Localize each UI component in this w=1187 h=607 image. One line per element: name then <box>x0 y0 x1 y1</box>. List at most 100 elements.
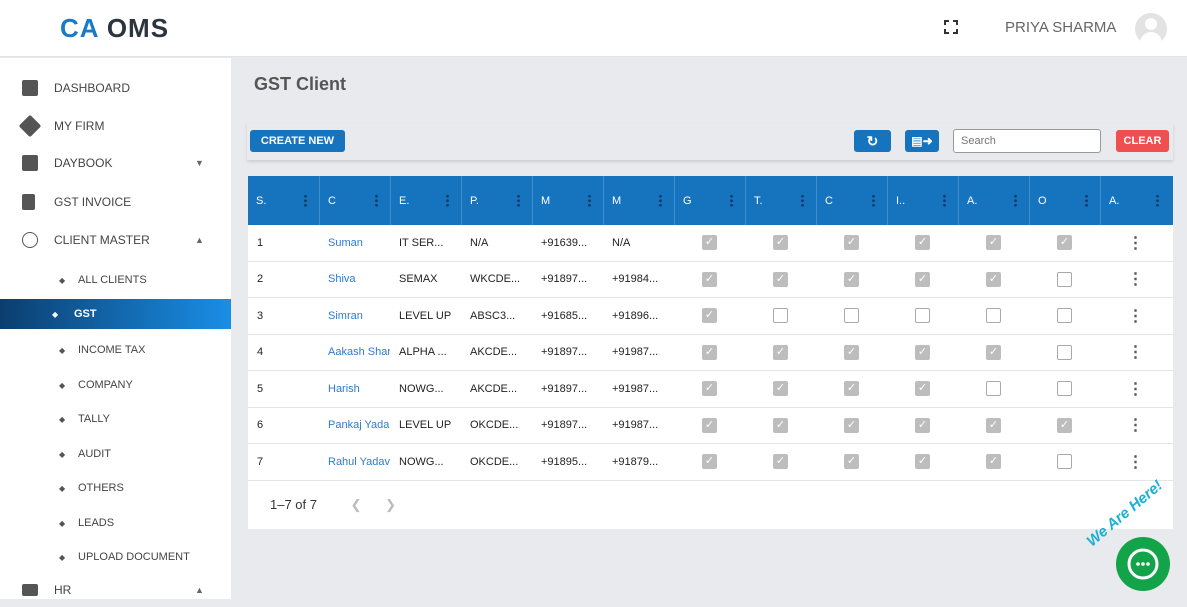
sidebar-sub-tally[interactable]: ◆ TALLY <box>0 402 231 436</box>
checkbox[interactable] <box>1057 454 1072 470</box>
checkbox[interactable] <box>1057 344 1072 360</box>
client-name-link[interactable]: Rahul Yadav <box>319 456 390 468</box>
sidebar-item-gst-invoice[interactable]: GST INVOICE <box>0 185 231 219</box>
client-name-link[interactable]: Shiva <box>319 273 390 285</box>
column-menu-icon[interactable] <box>1085 194 1088 207</box>
checkbox[interactable]: ✓ <box>986 417 1001 433</box>
client-name-link[interactable]: Simran <box>319 310 390 322</box>
column-header[interactable]: O <box>1029 176 1100 225</box>
checkbox[interactable] <box>1057 381 1072 397</box>
avatar[interactable] <box>1135 13 1167 45</box>
column-menu-icon[interactable] <box>943 194 946 207</box>
sidebar-sub-audit[interactable]: ◆ AUDIT <box>0 437 231 471</box>
user-name[interactable]: PRIYA SHARMA <box>1005 19 1116 36</box>
table-row[interactable]: 1 Suman IT SER... N/A +91639... N/A ✓ ✓ ✓ ✓ ✓ ✓ ⋮ <box>248 225 1173 262</box>
checkbox[interactable]: ✓ <box>702 381 717 397</box>
more-actions-icon[interactable]: ⋮ <box>1128 415 1144 435</box>
column-header[interactable]: P. <box>461 176 532 225</box>
fullscreen-icon[interactable] <box>944 20 958 34</box>
sidebar-sub-company[interactable]: ◆ COMPANY <box>0 368 231 402</box>
checkbox[interactable]: ✓ <box>915 454 930 470</box>
checkbox[interactable] <box>986 308 1001 324</box>
checkbox[interactable]: ✓ <box>702 271 717 287</box>
checkbox[interactable]: ✓ <box>915 271 930 287</box>
sidebar-sub-gst[interactable]: ◆ GST <box>0 299 231 329</box>
checkbox[interactable]: ✓ <box>915 344 930 360</box>
checkbox[interactable]: ✓ <box>844 235 859 251</box>
checkbox[interactable]: ✓ <box>915 235 930 251</box>
checkbox[interactable]: ✓ <box>773 344 788 360</box>
checkbox[interactable] <box>1057 271 1072 287</box>
column-header[interactable]: I.. <box>887 176 958 225</box>
checkbox[interactable]: ✓ <box>702 308 717 324</box>
checkbox[interactable]: ✓ <box>844 381 859 397</box>
checkbox[interactable]: ✓ <box>986 271 1001 287</box>
checkbox[interactable]: ✓ <box>773 381 788 397</box>
more-actions-icon[interactable]: ⋮ <box>1128 452 1144 472</box>
column-header[interactable]: S. <box>248 176 319 225</box>
checkbox[interactable]: ✓ <box>702 344 717 360</box>
checkbox[interactable]: ✓ <box>702 417 717 433</box>
sidebar-item-my-firm[interactable]: MY FIRM <box>0 109 231 143</box>
export-button[interactable]: ▤➜ <box>905 130 939 152</box>
column-menu-icon[interactable] <box>304 194 307 207</box>
clear-button[interactable]: CLEAR <box>1116 130 1169 152</box>
table-row[interactable]: 6 Pankaj Yada LEVEL UP OKCDE... +91897... +91… <box>248 408 1173 444</box>
more-actions-icon[interactable]: ⋮ <box>1128 269 1144 289</box>
refresh-button[interactable]: ↻ <box>854 130 891 152</box>
sidebar-sub-leads[interactable]: ◆ LEADS <box>0 506 231 540</box>
checkbox[interactable]: ✓ <box>986 235 1001 251</box>
sidebar-item-dashboard[interactable]: DASHBOARD <box>0 71 231 105</box>
checkbox[interactable]: ✓ <box>773 417 788 433</box>
checkbox[interactable]: ✓ <box>915 417 930 433</box>
table-row[interactable]: 4 Aakash Shar ALPHA ... AKCDE... +91897... +9… <box>248 335 1173 371</box>
column-menu-icon[interactable] <box>446 194 449 207</box>
checkbox[interactable] <box>844 308 859 324</box>
client-name-link[interactable]: Pankaj Yada <box>319 419 390 431</box>
checkbox[interactable]: ✓ <box>1057 235 1072 251</box>
more-actions-icon[interactable]: ⋮ <box>1128 233 1144 253</box>
prev-page-icon[interactable]: ❮ <box>351 497 362 512</box>
table-row[interactable]: 5 Harish NOWG... AKCDE... +91897... +91987...… <box>248 371 1173 408</box>
checkbox[interactable] <box>915 308 930 324</box>
more-actions-icon[interactable]: ⋮ <box>1128 379 1144 399</box>
checkbox[interactable]: ✓ <box>844 417 859 433</box>
client-name-link[interactable]: Aakash Shar <box>319 346 390 358</box>
checkbox[interactable]: ✓ <box>986 454 1001 470</box>
sidebar-sub-all-clients[interactable]: ◆ ALL CLIENTS <box>0 263 231 297</box>
column-menu-icon[interactable] <box>801 194 804 207</box>
column-menu-icon[interactable] <box>730 194 733 207</box>
column-header[interactable]: T. <box>745 176 816 225</box>
sidebar-item-hr[interactable]: HR ▲ <box>0 573 231 607</box>
column-header[interactable]: C <box>319 176 390 225</box>
column-header[interactable]: M <box>603 176 674 225</box>
checkbox[interactable]: ✓ <box>915 381 930 397</box>
more-actions-icon[interactable]: ⋮ <box>1128 342 1144 362</box>
checkbox[interactable]: ✓ <box>702 235 717 251</box>
checkbox[interactable] <box>773 308 788 324</box>
column-header[interactable]: E. <box>390 176 461 225</box>
column-header[interactable]: M <box>532 176 603 225</box>
checkbox[interactable]: ✓ <box>844 344 859 360</box>
column-menu-icon[interactable] <box>375 194 378 207</box>
sidebar-sub-income-tax[interactable]: ◆ INCOME TAX <box>0 333 231 367</box>
checkbox[interactable]: ✓ <box>773 454 788 470</box>
create-new-button[interactable]: CREATE NEW <box>250 130 345 152</box>
column-header[interactable]: A. <box>958 176 1029 225</box>
checkbox[interactable]: ✓ <box>844 454 859 470</box>
table-row[interactable]: 2 Shiva SEMAX WKCDE... +91897... +91984... ✓ ✓ ✓… <box>248 262 1173 298</box>
column-menu-icon[interactable] <box>517 194 520 207</box>
column-menu-icon[interactable] <box>659 194 662 207</box>
column-header[interactable]: C <box>816 176 887 225</box>
sidebar-sub-others[interactable]: ◆ OTHERS <box>0 471 231 505</box>
checkbox[interactable] <box>986 381 1001 397</box>
checkbox[interactable]: ✓ <box>702 454 717 470</box>
client-name-link[interactable]: Suman <box>319 237 390 249</box>
checkbox[interactable]: ✓ <box>1057 417 1072 433</box>
search-input[interactable] <box>953 129 1101 153</box>
sidebar-item-daybook[interactable]: DAYBOOK ▼ <box>0 146 231 180</box>
checkbox[interactable]: ✓ <box>844 271 859 287</box>
column-menu-icon[interactable] <box>588 194 591 207</box>
sidebar-item-client-master[interactable]: CLIENT MASTER ▲ <box>0 223 231 257</box>
column-menu-icon[interactable] <box>872 194 875 207</box>
